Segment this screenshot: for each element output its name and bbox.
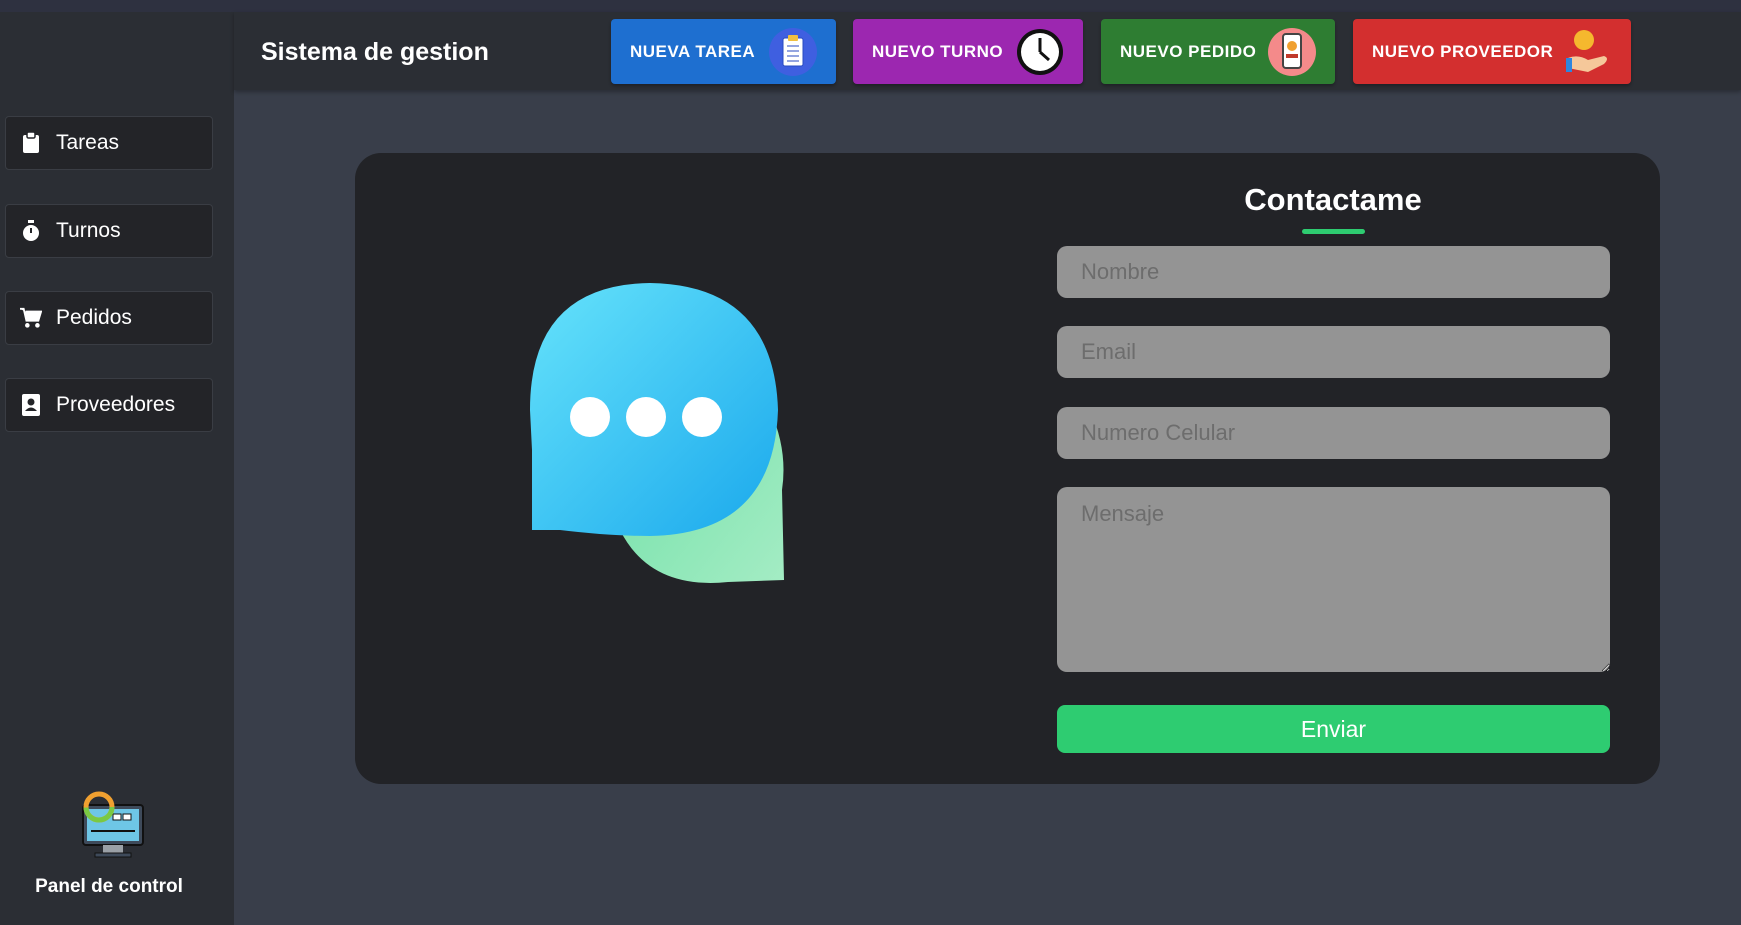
contact-book-icon (20, 394, 42, 416)
title-underline (1302, 229, 1365, 234)
clipboard-icon (769, 28, 817, 76)
cart-icon (20, 307, 42, 329)
app-title: Sistema de gestion (261, 38, 489, 66)
button-label: NUEVO PROVEEDOR (1372, 41, 1554, 61)
hand-money-icon (1566, 30, 1607, 72)
sidebar-item-tareas[interactable]: Tareas (5, 116, 213, 170)
stopwatch-icon (20, 220, 42, 242)
button-label: NUEVO PEDIDO (1120, 41, 1257, 61)
sidebar-item-label: Turnos (56, 219, 121, 242)
sidebar: Tareas Turnos Pedidos Proveedores Panel … (0, 12, 234, 925)
clock-icon (1017, 29, 1063, 75)
sidebar-item-proveedores[interactable]: Proveedores (5, 378, 213, 432)
sidebar-item-turnos[interactable]: Turnos (5, 204, 213, 258)
sidebar-item-label: Proveedores (56, 393, 176, 416)
sidebar-item-label: Pedidos (56, 306, 132, 329)
sidebar-item-pedidos[interactable]: Pedidos (5, 291, 213, 345)
control-panel-label: Panel de control (35, 876, 183, 897)
phone-input[interactable] (1057, 407, 1610, 459)
send-button[interactable]: Enviar (1057, 705, 1610, 753)
button-label: NUEVA TAREA (630, 41, 756, 61)
phone-order-icon (1268, 28, 1316, 76)
email-input[interactable] (1057, 326, 1610, 378)
top-header: Sistema de gestion NUEVA TAREA NUEVO TUR… (234, 12, 1741, 90)
clipboard-icon (20, 132, 42, 154)
new-task-button[interactable]: NUEVA TAREA (611, 19, 836, 84)
new-order-button[interactable]: NUEVO PEDIDO (1101, 19, 1335, 84)
sidebar-item-label: Tareas (56, 131, 120, 154)
monitor-dashboard-icon (82, 791, 144, 858)
control-panel-link[interactable]: Panel de control (0, 787, 218, 898)
name-input[interactable] (1057, 246, 1610, 298)
window-top-strip (0, 0, 1741, 12)
button-label: NUEVO TURNO (872, 41, 1004, 61)
new-shift-button[interactable]: NUEVO TURNO (853, 19, 1083, 84)
chat-bubbles-illustration (530, 283, 784, 583)
contact-title: Contactame (1244, 182, 1422, 217)
new-supplier-button[interactable]: NUEVO PROVEEDOR (1353, 19, 1631, 84)
message-textarea[interactable] (1057, 487, 1610, 672)
